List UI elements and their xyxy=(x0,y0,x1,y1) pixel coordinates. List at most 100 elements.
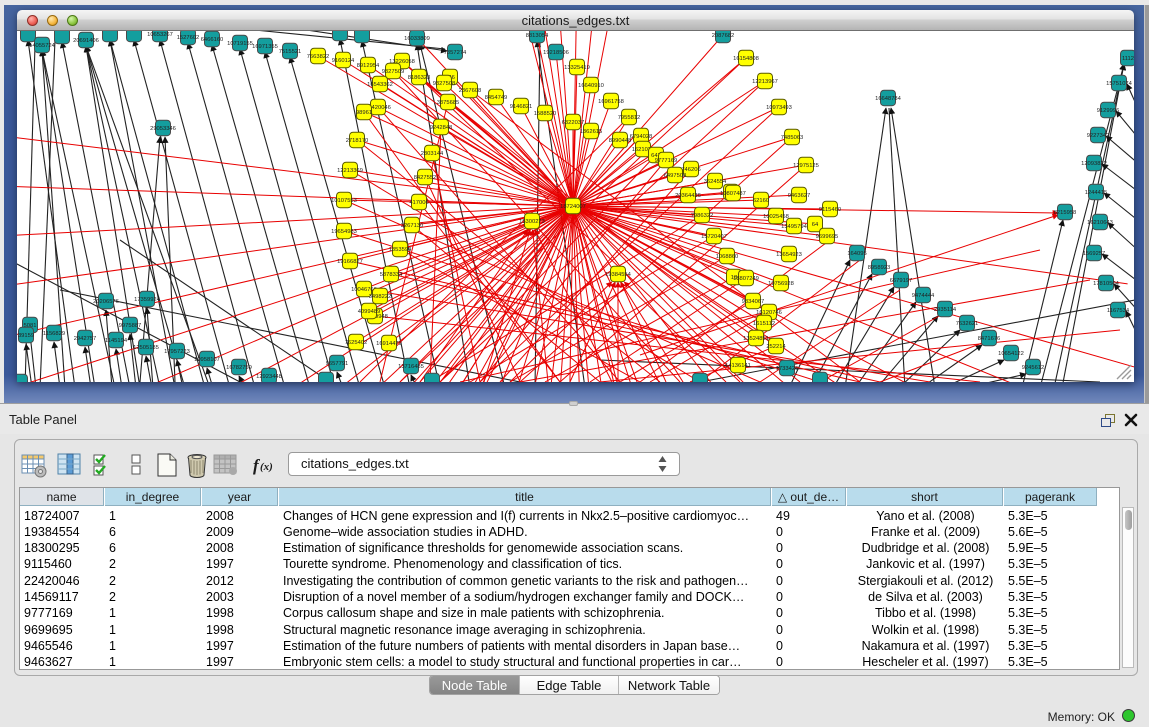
svg-text:12213967: 12213967 xyxy=(752,79,778,85)
svg-text:62160: 62160 xyxy=(753,198,769,204)
svg-text:9463627: 9463627 xyxy=(788,193,811,199)
svg-text:7357274: 7357274 xyxy=(444,50,467,56)
svg-text:12093822: 12093822 xyxy=(1081,161,1107,167)
svg-text:1112: 1112 xyxy=(1122,56,1134,62)
svg-text:16961758: 16961758 xyxy=(598,99,624,105)
svg-text:16543362: 16543362 xyxy=(367,82,393,88)
svg-text:1145194: 1145194 xyxy=(105,338,128,344)
svg-text:10719155: 10719155 xyxy=(227,41,253,47)
svg-text:7663822: 7663822 xyxy=(307,54,330,60)
svg-text:19756928: 19756928 xyxy=(768,281,794,287)
svg-text:19654983: 19654983 xyxy=(331,229,357,235)
svg-text:1068860: 1068860 xyxy=(716,254,739,260)
svg-text:2718170: 2718170 xyxy=(346,138,369,144)
svg-text:15751074: 15751074 xyxy=(1106,81,1133,87)
svg-text:14055724: 14055724 xyxy=(29,43,56,49)
svg-text:8471676: 8471676 xyxy=(978,336,1001,342)
svg-text:12505185: 12505185 xyxy=(133,345,159,351)
svg-text:10654122: 10654122 xyxy=(998,351,1024,357)
svg-text:12975125: 12975125 xyxy=(793,163,819,169)
svg-text:3498222: 3498222 xyxy=(369,294,392,300)
svg-text:16210643: 16210643 xyxy=(1087,220,1113,226)
svg-text:10807487: 10807487 xyxy=(720,191,746,197)
svg-text:16648784: 16648784 xyxy=(875,96,902,102)
svg-text:2367608: 2367608 xyxy=(459,88,482,94)
svg-text:9160124: 9160124 xyxy=(332,58,355,64)
svg-text:15720407: 15720407 xyxy=(701,234,727,240)
svg-text:3267130: 3267130 xyxy=(401,223,424,229)
svg-text:16154808: 16154808 xyxy=(733,56,759,62)
svg-text:8186323: 8186323 xyxy=(408,75,431,81)
svg-text:17957223: 17957223 xyxy=(164,349,190,355)
svg-text:16782759: 16782759 xyxy=(226,365,252,371)
svg-text:10958107: 10958107 xyxy=(194,357,220,363)
svg-text:20364436: 20364436 xyxy=(675,193,701,199)
svg-text:2087682: 2087682 xyxy=(712,33,735,39)
svg-text:19218506: 19218506 xyxy=(543,50,569,56)
svg-text:1156829: 1156829 xyxy=(43,331,65,337)
svg-text:6794028: 6794028 xyxy=(630,134,653,140)
svg-text:5878334: 5878334 xyxy=(380,272,403,278)
svg-text:9129996: 9129996 xyxy=(1097,108,1120,114)
svg-text:8813054: 8813054 xyxy=(526,33,549,39)
svg-text:6322037: 6322037 xyxy=(562,120,585,126)
svg-text:18807249: 18807249 xyxy=(733,276,759,282)
svg-text:(x): (x) xyxy=(260,461,273,473)
svg-text:98961: 98961 xyxy=(356,110,372,116)
svg-text:14136141: 14136141 xyxy=(725,363,751,369)
svg-text:9242848: 9242848 xyxy=(430,125,453,131)
svg-text:7515521: 7515521 xyxy=(279,49,302,55)
svg-text:9699695: 9699695 xyxy=(816,234,839,240)
svg-text:252214: 252214 xyxy=(766,344,786,350)
svg-text:12923448: 12923448 xyxy=(256,374,282,380)
svg-text:19166827: 19166827 xyxy=(337,259,363,265)
svg-text:9657791: 9657791 xyxy=(326,361,349,367)
svg-text:17810504: 17810504 xyxy=(1093,281,1120,287)
svg-text:7955812: 7955812 xyxy=(618,115,641,121)
svg-text:13325419: 13325419 xyxy=(564,65,590,71)
svg-text:9777169: 9777169 xyxy=(655,158,678,164)
svg-text:8454749: 8454749 xyxy=(485,95,508,101)
svg-text:1527602: 1527602 xyxy=(177,35,200,41)
svg-text:10653267: 10653267 xyxy=(147,32,173,38)
svg-text:1244415: 1244415 xyxy=(1085,190,1108,196)
svg-text:7625402: 7625402 xyxy=(345,340,368,346)
svg-text:6679197: 6679197 xyxy=(890,278,913,284)
svg-text:3875685: 3875685 xyxy=(437,100,460,106)
svg-text:1615112: 1615112 xyxy=(753,321,775,327)
svg-text:7632621: 7632621 xyxy=(956,321,979,327)
svg-text:164095: 164095 xyxy=(847,251,866,257)
svg-text:8990448: 8990448 xyxy=(609,138,632,144)
svg-text:6497508: 6497508 xyxy=(664,173,687,179)
svg-text:13524851: 13524851 xyxy=(743,336,769,342)
svg-text:16914479: 16914479 xyxy=(376,341,402,347)
svg-text:9327508: 9327508 xyxy=(433,81,456,87)
svg-text:2935114: 2935114 xyxy=(934,307,957,313)
svg-text:8958923: 8958923 xyxy=(868,265,891,271)
svg-text:19384554: 19384554 xyxy=(605,272,632,278)
svg-text:9245612: 9245612 xyxy=(1022,365,1045,371)
svg-text:16033809: 16033809 xyxy=(404,36,430,42)
svg-text:2942757: 2942757 xyxy=(74,336,97,342)
svg-text:1588520: 1588520 xyxy=(534,111,557,117)
svg-text:3624554: 3624554 xyxy=(704,179,727,185)
svg-text:16971355: 16971355 xyxy=(252,44,278,50)
svg-text:1353594: 1353594 xyxy=(389,247,412,253)
svg-text:10107553: 10107553 xyxy=(331,198,357,204)
svg-text:29053346: 29053346 xyxy=(150,126,176,132)
svg-text:13716485: 13716485 xyxy=(398,364,424,370)
svg-text:1362615: 1362615 xyxy=(580,129,603,135)
svg-text:13654923: 13654923 xyxy=(776,252,802,258)
svg-text:20206576: 20206576 xyxy=(93,299,119,305)
svg-text:9327509: 9327509 xyxy=(382,69,405,75)
svg-text:18724007: 18724007 xyxy=(560,204,586,210)
svg-text:9115460: 9115460 xyxy=(819,207,841,213)
svg-text:20691406: 20691406 xyxy=(73,38,99,44)
svg-text:15300273: 15300273 xyxy=(519,219,545,225)
svg-text:7986322: 7986322 xyxy=(691,213,714,219)
svg-text:417006: 417006 xyxy=(409,200,428,206)
svg-text:1569257: 1569257 xyxy=(1083,251,1106,257)
svg-text:9146821: 9146821 xyxy=(510,104,533,110)
svg-text:17359924: 17359924 xyxy=(134,297,161,303)
svg-text:1167534: 1167534 xyxy=(1107,308,1130,314)
